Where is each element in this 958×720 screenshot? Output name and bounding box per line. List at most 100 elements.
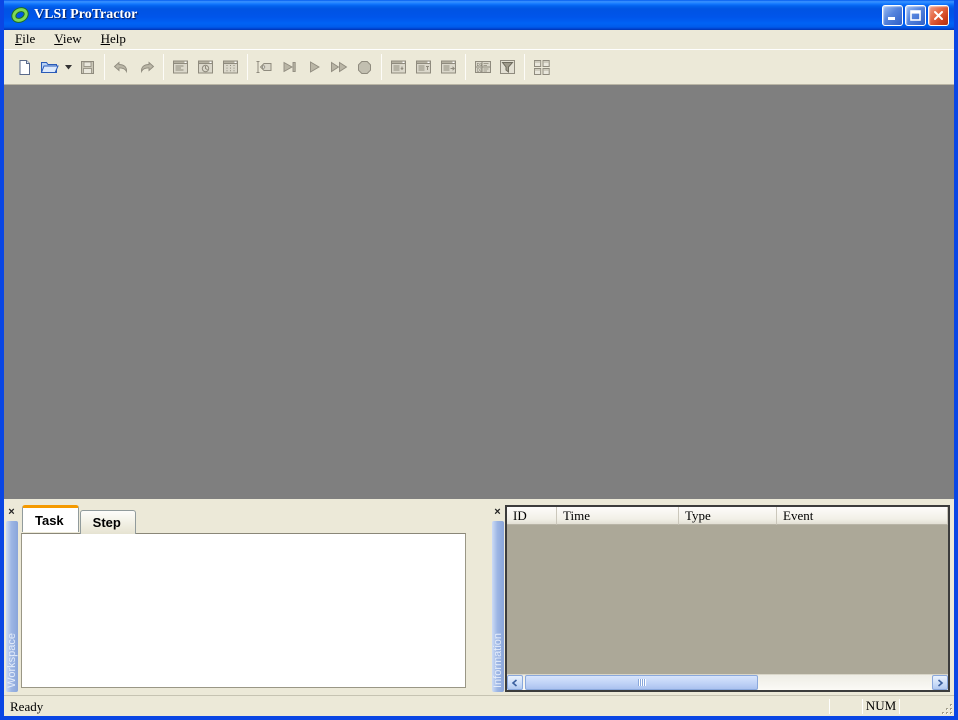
report-export-window-icon xyxy=(440,59,458,75)
workspace-panel: × Workspace Task Step xyxy=(4,505,474,692)
statusbar-pane xyxy=(900,696,938,716)
filter-funnel-icon xyxy=(499,59,516,75)
run-button[interactable] xyxy=(302,54,327,80)
undo-button[interactable] xyxy=(109,54,134,80)
tab-task[interactable]: Task xyxy=(22,505,79,532)
statusbar: Ready NUM xyxy=(4,695,954,716)
workspace-gripper[interactable]: Workspace xyxy=(6,521,18,692)
chevron-right-icon xyxy=(936,679,944,687)
grid-window-icon xyxy=(222,59,240,75)
scrollbar-track[interactable] xyxy=(523,675,932,690)
task-list-window-button[interactable] xyxy=(168,54,193,80)
set-marker-icon xyxy=(255,59,274,75)
toolbar-separator xyxy=(381,54,382,80)
step-forward-button[interactable] xyxy=(277,54,302,80)
resize-grip-icon[interactable] xyxy=(938,700,954,716)
dropdown-arrow-icon xyxy=(65,65,72,70)
report-list-window-button[interactable] xyxy=(386,54,411,80)
close-button[interactable] xyxy=(928,5,949,26)
toolbar-separator xyxy=(163,54,164,80)
chevron-left-icon xyxy=(511,679,519,687)
thumb-grip-icon xyxy=(638,679,645,686)
new-document-icon xyxy=(16,59,33,76)
status-message: Ready xyxy=(10,698,829,715)
open-folder-icon xyxy=(40,59,59,75)
dock-area: × Workspace Task Step × xyxy=(4,499,954,695)
workspace-tab-strip: Task Step xyxy=(19,505,466,532)
information-gripper[interactable]: Information xyxy=(492,521,504,692)
column-header-event[interactable]: Event xyxy=(777,507,948,525)
column-header-time[interactable]: Time xyxy=(557,507,679,525)
redo-icon xyxy=(137,59,156,75)
data-compare-table-icon: D1 D2 xyxy=(474,59,492,75)
svg-text:D2: D2 xyxy=(476,67,482,72)
workspace-gripper-label: Workspace xyxy=(6,633,18,688)
undo-icon xyxy=(112,59,131,75)
toolbar: D1 D2 xyxy=(4,49,954,85)
svg-text:D1: D1 xyxy=(476,62,482,67)
tab-step[interactable]: Step xyxy=(80,510,136,534)
fast-run-button[interactable] xyxy=(327,54,352,80)
menu-file[interactable]: File xyxy=(11,30,44,49)
num-lock-indicator: NUM xyxy=(863,696,899,716)
close-x-icon: × xyxy=(8,506,14,518)
menu-help[interactable]: Help xyxy=(97,30,135,49)
toolbar-separator xyxy=(524,54,525,80)
scroll-right-button[interactable] xyxy=(932,675,948,690)
column-header-type[interactable]: Type xyxy=(679,507,777,525)
column-header-id[interactable]: ID xyxy=(507,507,557,525)
schedule-window-button[interactable] xyxy=(193,54,218,80)
information-gripper-label: Information xyxy=(492,633,504,688)
scrollbar-thumb[interactable] xyxy=(525,675,758,690)
toolbar-separator xyxy=(104,54,105,80)
information-panel: × Information ID Time Type Event xyxy=(490,505,952,692)
maximize-button[interactable] xyxy=(905,5,926,26)
minimize-button[interactable] xyxy=(882,5,903,26)
task-tree-view[interactable] xyxy=(21,533,466,688)
save-icon xyxy=(79,59,96,76)
event-log-body[interactable] xyxy=(507,525,948,674)
app-logo-icon xyxy=(10,5,30,25)
close-icon xyxy=(932,9,945,22)
tile-windows-button[interactable] xyxy=(529,54,554,80)
redo-button[interactable] xyxy=(134,54,159,80)
grid-window-button[interactable] xyxy=(218,54,243,80)
toolbar-separator xyxy=(247,54,248,80)
stop-button[interactable] xyxy=(352,54,377,80)
toolbar-separator xyxy=(465,54,466,80)
event-log-table: ID Time Type Event xyxy=(505,505,950,692)
stop-icon xyxy=(356,59,373,76)
tile-windows-icon xyxy=(533,59,551,76)
titlebar: VLSI ProTractor xyxy=(4,0,954,30)
open-file-dropdown[interactable] xyxy=(62,54,75,80)
horizontal-scrollbar xyxy=(507,674,948,690)
set-marker-button[interactable] xyxy=(252,54,277,80)
report-time-window-icon xyxy=(415,59,433,75)
new-document-button[interactable] xyxy=(12,54,37,80)
report-time-window-button[interactable] xyxy=(411,54,436,80)
report-list-window-icon xyxy=(390,59,408,75)
step-forward-icon xyxy=(281,59,298,75)
run-icon xyxy=(306,59,323,75)
save-button[interactable] xyxy=(75,54,100,80)
menubar: File View Help xyxy=(4,30,954,49)
open-file-button[interactable] xyxy=(37,54,62,80)
fast-run-icon xyxy=(329,59,350,75)
report-export-window-button[interactable] xyxy=(436,54,461,80)
workspace-close-button[interactable]: × xyxy=(5,505,18,518)
task-list-window-icon xyxy=(172,59,190,75)
dock-splitter[interactable] xyxy=(474,505,490,692)
schedule-window-icon xyxy=(197,59,215,75)
statusbar-pane xyxy=(830,696,862,716)
document-area[interactable] xyxy=(4,85,954,499)
maximize-icon xyxy=(909,9,922,22)
information-close-button[interactable]: × xyxy=(491,505,504,518)
scroll-left-button[interactable] xyxy=(507,675,523,690)
event-log-header: ID Time Type Event xyxy=(507,507,948,525)
window-title: VLSI ProTractor xyxy=(34,7,882,23)
menu-view[interactable]: View xyxy=(50,30,90,49)
data-compare-button[interactable]: D1 D2 xyxy=(470,54,495,80)
minimize-icon xyxy=(886,9,899,22)
close-x-icon: × xyxy=(494,506,500,518)
filter-button[interactable] xyxy=(495,54,520,80)
